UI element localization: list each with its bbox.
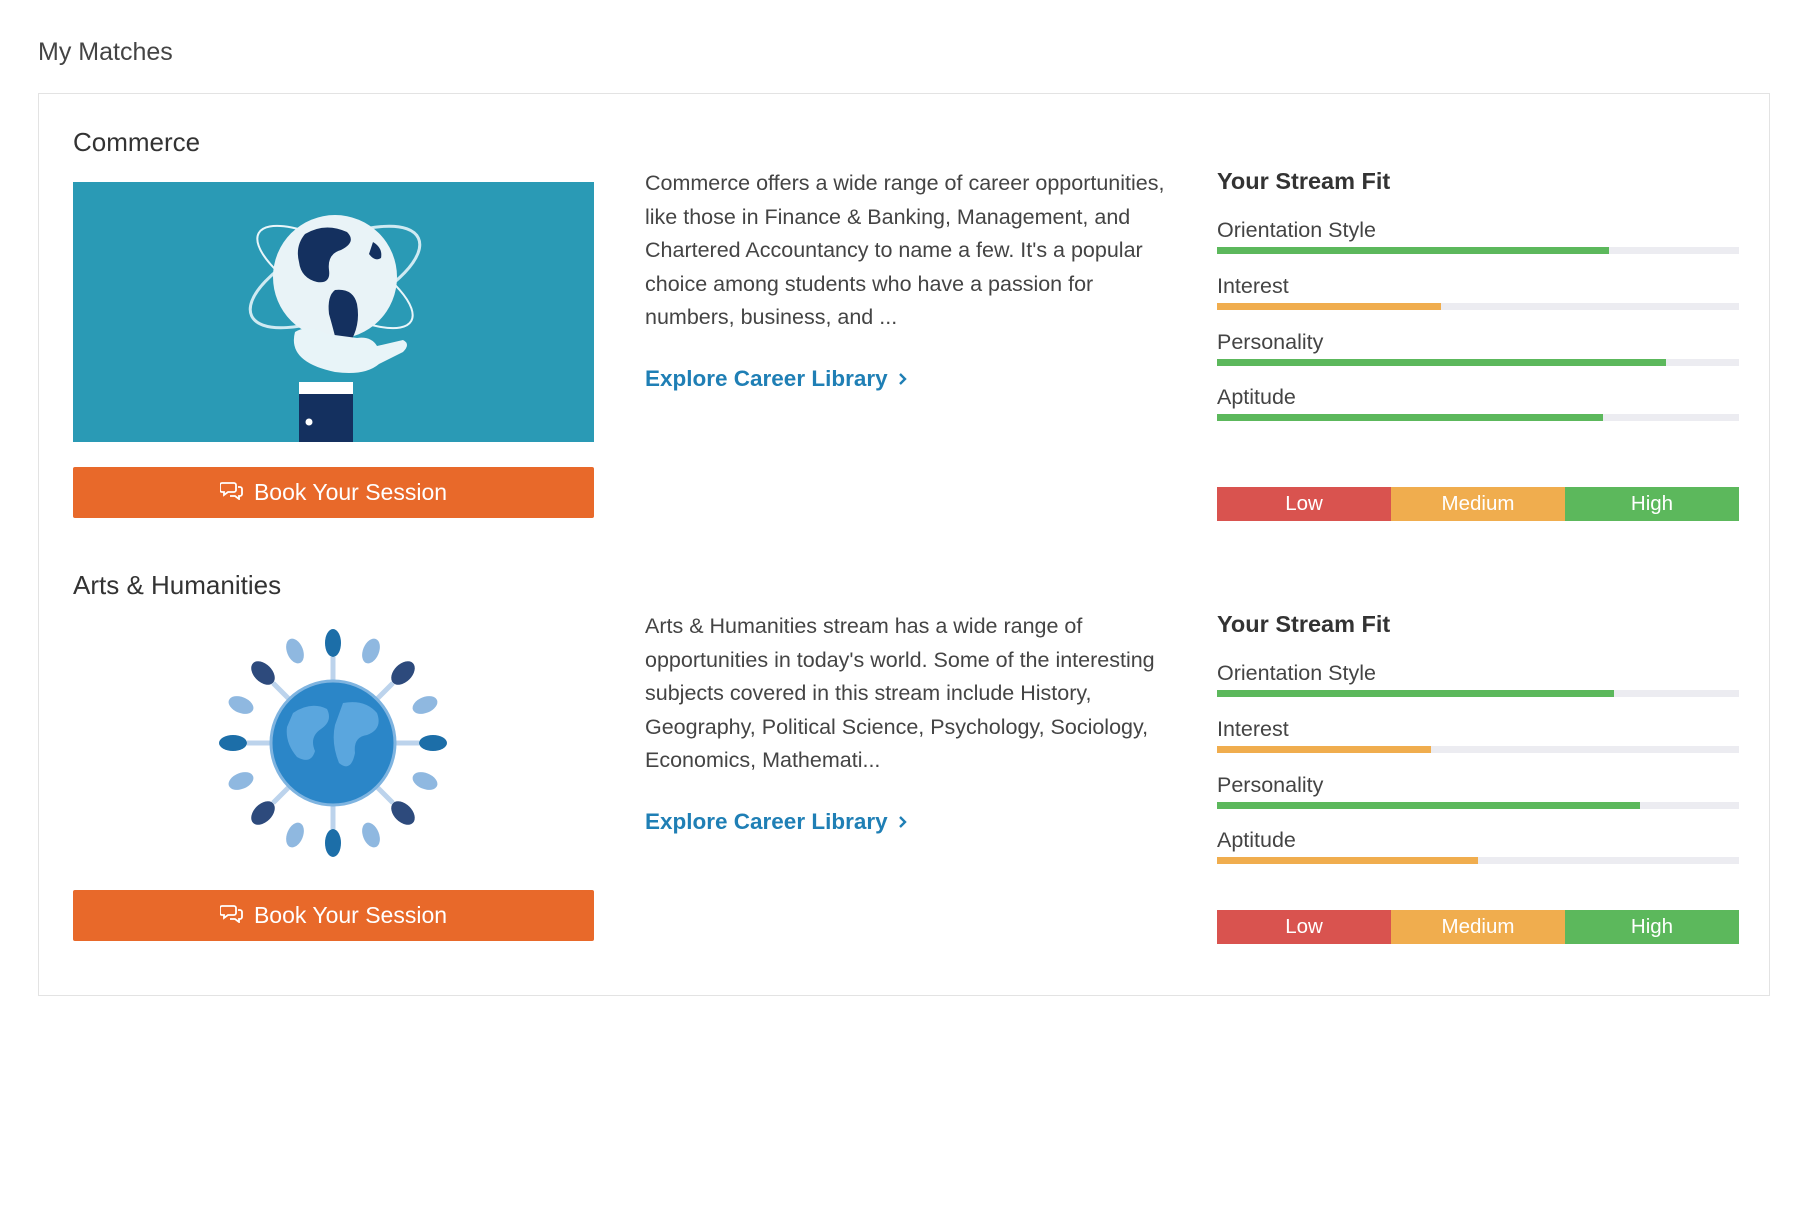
fit-track bbox=[1217, 247, 1739, 254]
fit-bar bbox=[1217, 802, 1640, 809]
page-title: My Matches bbox=[38, 38, 173, 66]
arts-humanities-image bbox=[73, 625, 594, 885]
fit-bar bbox=[1217, 303, 1442, 310]
fit-track bbox=[1217, 359, 1739, 366]
explore-career-library-link[interactable]: Explore Career Library bbox=[645, 366, 908, 392]
fit-label: Personality bbox=[1217, 330, 1324, 354]
fit-row-personality: Personality bbox=[1217, 327, 1739, 366]
fit-label: Interest bbox=[1217, 274, 1289, 298]
explore-link-label: Explore Career Library bbox=[645, 366, 888, 391]
fit-row-interest: Interest bbox=[1217, 714, 1739, 753]
chat-bubbles-icon bbox=[219, 479, 244, 506]
fit-label: Orientation Style bbox=[1217, 218, 1376, 242]
fit-row-aptitude: Aptitude bbox=[1217, 382, 1739, 421]
fit-bar bbox=[1217, 247, 1609, 254]
fit-track bbox=[1217, 746, 1739, 753]
fit-bar bbox=[1217, 857, 1478, 864]
fit-track bbox=[1217, 857, 1739, 864]
fit-label: Aptitude bbox=[1217, 828, 1296, 852]
chevron-right-icon bbox=[898, 809, 908, 835]
stream-fit-title: Your Stream Fit bbox=[1217, 611, 1391, 637]
fit-row-aptitude: Aptitude bbox=[1217, 825, 1739, 864]
book-session-button[interactable]: Book Your Session bbox=[73, 467, 594, 518]
explore-career-library-link[interactable]: Explore Career Library bbox=[645, 809, 908, 835]
fit-label: Personality bbox=[1217, 773, 1324, 797]
stream-name: Arts & Humanities bbox=[73, 570, 282, 600]
book-session-label: Book Your Session bbox=[253, 479, 448, 505]
stream-description: Commerce offers a wide range of career o… bbox=[645, 171, 1165, 330]
legend-high: High bbox=[1565, 910, 1739, 944]
chat-bubbles-icon bbox=[219, 902, 244, 929]
fit-track bbox=[1217, 303, 1739, 310]
fit-row-orientation-style: Orientation Style bbox=[1217, 658, 1739, 697]
fit-legend: Low Medium High bbox=[1217, 910, 1739, 944]
stream-name: Commerce bbox=[73, 127, 201, 157]
book-session-button[interactable]: Book Your Session bbox=[73, 890, 594, 941]
book-session-label: Book Your Session bbox=[253, 902, 448, 928]
fit-track bbox=[1217, 414, 1739, 421]
legend-medium: Medium bbox=[1391, 910, 1565, 944]
stream-fit-title: Your Stream Fit bbox=[1217, 168, 1391, 194]
fit-label: Aptitude bbox=[1217, 385, 1296, 409]
fit-bar bbox=[1217, 414, 1604, 421]
fit-row-personality: Personality bbox=[1217, 770, 1739, 809]
commerce-image bbox=[73, 182, 594, 442]
fit-bar bbox=[1217, 746, 1432, 753]
chevron-right-icon bbox=[898, 366, 908, 392]
fit-row-interest: Interest bbox=[1217, 271, 1739, 310]
explore-link-label: Explore Career Library bbox=[645, 809, 888, 834]
fit-bar bbox=[1217, 359, 1666, 366]
fit-track bbox=[1217, 802, 1739, 809]
fit-label: Orientation Style bbox=[1217, 661, 1376, 685]
fit-legend: Low Medium High bbox=[1217, 487, 1739, 521]
legend-medium: Medium bbox=[1391, 487, 1565, 521]
fit-track bbox=[1217, 690, 1739, 697]
matches-card: Commerce Book Your Session Commerce offe… bbox=[38, 93, 1770, 996]
stream-description: Arts & Humanities stream has a wide rang… bbox=[645, 614, 1155, 773]
fit-bar bbox=[1217, 690, 1614, 697]
fit-row-orientation-style: Orientation Style bbox=[1217, 215, 1739, 254]
legend-low: Low bbox=[1217, 487, 1391, 521]
fit-label: Interest bbox=[1217, 717, 1289, 741]
legend-low: Low bbox=[1217, 910, 1391, 944]
legend-high: High bbox=[1565, 487, 1739, 521]
